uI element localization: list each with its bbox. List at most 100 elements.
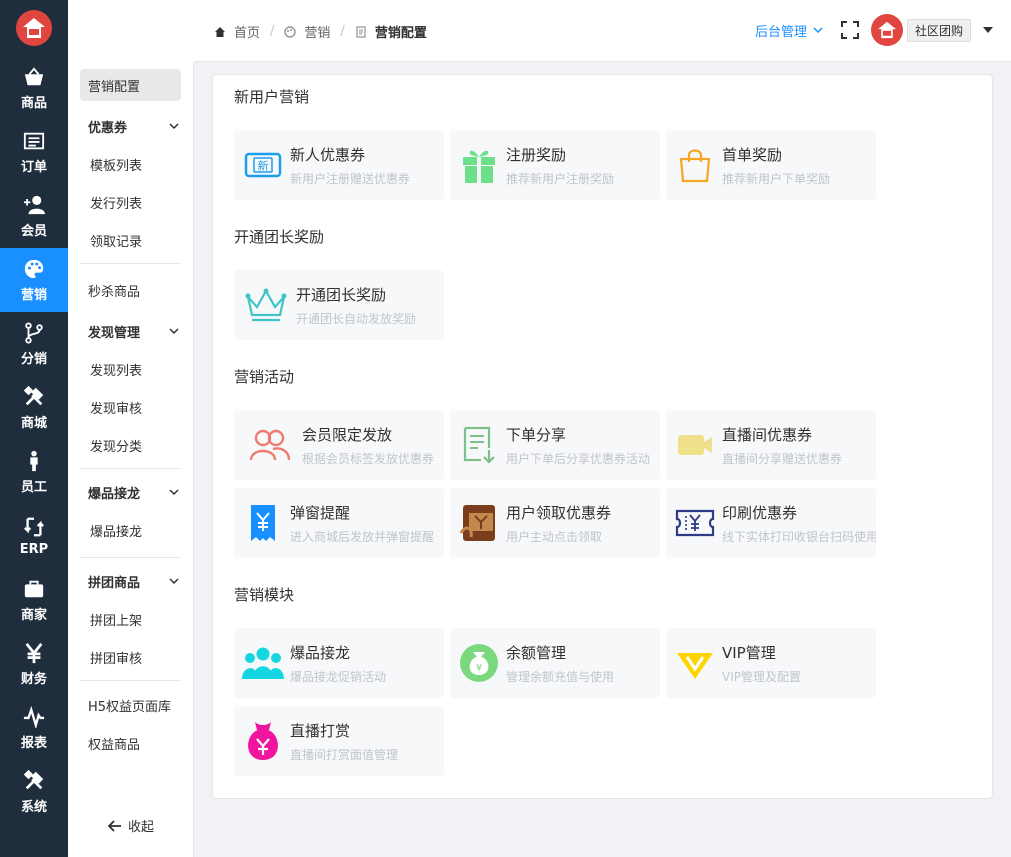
tools-icon	[23, 385, 44, 405]
house-logo-icon	[16, 10, 52, 46]
nav-label: 系统	[20, 799, 47, 815]
card-vip-management[interactable]: VIP管理 VIP管理及配置	[666, 628, 876, 698]
nav-finance[interactable]: 财务	[0, 632, 68, 696]
chevron-down-icon	[169, 328, 179, 335]
card-hot-relay[interactable]: 爆品接龙 爆品接龙促销活动	[234, 628, 444, 698]
svg-text:新: 新	[258, 159, 269, 173]
submenu-item-issue-list[interactable]: 发行列表	[68, 183, 193, 221]
house-logo-icon	[877, 21, 896, 39]
nav-label: 商城	[20, 415, 47, 431]
collapse-button[interactable]: 收起	[108, 816, 154, 835]
submenu-item-hot-relay[interactable]: 爆品接龙	[68, 511, 193, 549]
sub-menu: 营销配置 优惠券 模板列表 发行列表 领取记录 秒杀商品 发现管理 发现列表 发…	[68, 62, 194, 857]
nav-reports[interactable]: 报表	[0, 696, 68, 760]
submenu-item-discover-review[interactable]: 发现审核	[68, 388, 193, 426]
yen-icon	[25, 642, 43, 663]
nav-orders[interactable]: 订单	[0, 120, 68, 184]
submenu-item-group-listing[interactable]: 拼团上架	[68, 600, 193, 638]
sync-icon	[24, 517, 44, 536]
shop-tag[interactable]: 社区团购	[906, 18, 971, 42]
card-balance-management[interactable]: ¥ 余额管理 管理余额充值与使用	[450, 628, 660, 698]
submenu-item-discover-category[interactable]: 发现分类	[68, 426, 193, 464]
submenu-group-label: 拼团商品	[88, 575, 141, 591]
card-title: 直播打赏	[290, 721, 351, 740]
nav-distribution[interactable]: 分销	[0, 312, 68, 376]
breadcrumb-label: 营销配置	[374, 26, 427, 41]
order-list-icon	[23, 132, 45, 149]
card-desc: 直播间打赏面值管理	[290, 747, 399, 762]
card-text: 余额管理 管理余额充值与使用	[506, 642, 614, 685]
card-new-user-coupon[interactable]: 新 新人优惠券 新用户注册赠送优惠券	[234, 130, 444, 200]
card-register-reward[interactable]: 注册奖励 推荐新用户注册奖励	[450, 130, 660, 200]
chevron-down-icon	[169, 123, 179, 130]
video-camera-icon	[674, 424, 716, 466]
card-title: 新人优惠券	[290, 145, 366, 164]
submenu-item-marketing-config[interactable]: 营销配置	[80, 69, 181, 101]
chevron-down-icon	[169, 489, 179, 496]
card-order-share[interactable]: 下单分享 用户下单后分享优惠券活动	[450, 410, 660, 480]
nav-members[interactable]: 会员	[0, 184, 68, 248]
submenu-header	[68, 0, 194, 62]
nav-goods[interactable]: 商品	[0, 56, 68, 120]
new-coupon-icon: 新	[242, 144, 284, 186]
section-title: 开通团长奖励	[234, 228, 325, 246]
card-popup-reminder[interactable]: 弹窗提醒 进入商城后发放并弹窗提醒	[234, 488, 444, 558]
nav-label: 商品	[20, 95, 47, 111]
card-title: 印刷优惠券	[722, 503, 798, 522]
divider	[80, 263, 181, 264]
brand-logo[interactable]	[0, 0, 68, 56]
card-title: 弹窗提醒	[290, 503, 351, 522]
card-text: 下单分享 用户下单后分享优惠券活动	[506, 424, 650, 467]
crown-icon	[242, 284, 290, 326]
breadcrumb-current: 营销配置	[355, 22, 427, 41]
nav-merchant[interactable]: 商家	[0, 568, 68, 632]
card-live-coupon[interactable]: 直播间优惠券 直播间分享赠送优惠券	[666, 410, 876, 480]
card-text: 弹窗提醒 进入商城后发放并弹窗提醒	[290, 502, 434, 545]
card-live-tipping[interactable]: 直播打赏 直播间打赏面值管理	[234, 706, 444, 776]
card-text: 爆品接龙 爆品接龙促销活动	[290, 642, 386, 685]
submenu-group-groupbuy[interactable]: 拼团商品	[68, 562, 193, 600]
nav-erp[interactable]: ERP	[0, 504, 68, 568]
card-first-order-reward[interactable]: 首单奖励 推荐新用户下单奖励	[666, 130, 876, 200]
nav-label: 订单	[20, 159, 47, 175]
nav-mall[interactable]: 商城	[0, 376, 68, 440]
submenu-group-label: 爆品接龙	[88, 486, 141, 502]
submenu-item-discover-list[interactable]: 发现列表	[68, 350, 193, 388]
submenu-item-seckill[interactable]: 秒杀商品	[68, 268, 193, 312]
breadcrumb-marketing[interactable]: 营销	[284, 22, 330, 41]
submenu-item-claim-records[interactable]: 领取记录	[68, 221, 193, 259]
submenu-group-coupon[interactable]: 优惠券	[68, 107, 193, 145]
document-icon	[356, 25, 366, 38]
submenu-group-label: 发现管理	[88, 325, 141, 341]
card-text: 新人优惠券 新用户注册赠送优惠券	[290, 144, 410, 187]
breadcrumb-home[interactable]: 首页	[214, 22, 260, 41]
submenu-item-group-review[interactable]: 拼团审核	[68, 638, 193, 676]
shopping-bag-icon	[674, 144, 716, 186]
card-text: 开通团长奖励 开通团长自动发放奖励	[296, 284, 416, 327]
admin-dropdown[interactable]: 后台管理	[755, 21, 823, 40]
submenu-item-rights-goods[interactable]: 权益商品	[68, 725, 193, 761]
card-leader-reward[interactable]: 开通团长奖励 开通团长自动发放奖励	[234, 270, 444, 340]
avatar[interactable]	[870, 14, 903, 46]
card-print-coupon[interactable]: 印刷优惠券 线下实体打印收银台扫码使用	[666, 488, 876, 558]
card-member-limited[interactable]: 会员限定发放 根据会员标签发放优惠券	[234, 410, 444, 480]
card-user-claim-coupon[interactable]: 用户领取优惠券 用户主动点击领取	[450, 488, 660, 558]
card-title: 余额管理	[506, 643, 567, 662]
collapse-label: 收起	[128, 820, 155, 835]
submenu-group-hot[interactable]: 爆品接龙	[68, 473, 193, 511]
nav-system[interactable]: 系统	[0, 760, 68, 824]
submenu-item-template-list[interactable]: 模板列表	[68, 145, 193, 183]
popup-voucher-icon	[242, 502, 284, 544]
card-title: 直播间优惠券	[722, 425, 813, 444]
card-desc: VIP管理及配置	[722, 669, 801, 684]
nav-marketing[interactable]: 营销	[0, 248, 68, 312]
section-title: 营销活动	[234, 368, 295, 386]
card-text: 直播打赏 直播间打赏面值管理	[290, 720, 398, 763]
card-text: VIP管理 VIP管理及配置	[722, 642, 801, 685]
submenu-item-h5-library[interactable]: H5权益页面库	[68, 685, 193, 725]
submenu-group-discover[interactable]: 发现管理	[68, 312, 193, 350]
fullscreen-icon[interactable]	[840, 21, 859, 39]
nav-label: 分销	[20, 351, 47, 367]
nav-staff[interactable]: 员工	[0, 440, 68, 504]
user-menu-caret-icon[interactable]	[983, 27, 993, 33]
